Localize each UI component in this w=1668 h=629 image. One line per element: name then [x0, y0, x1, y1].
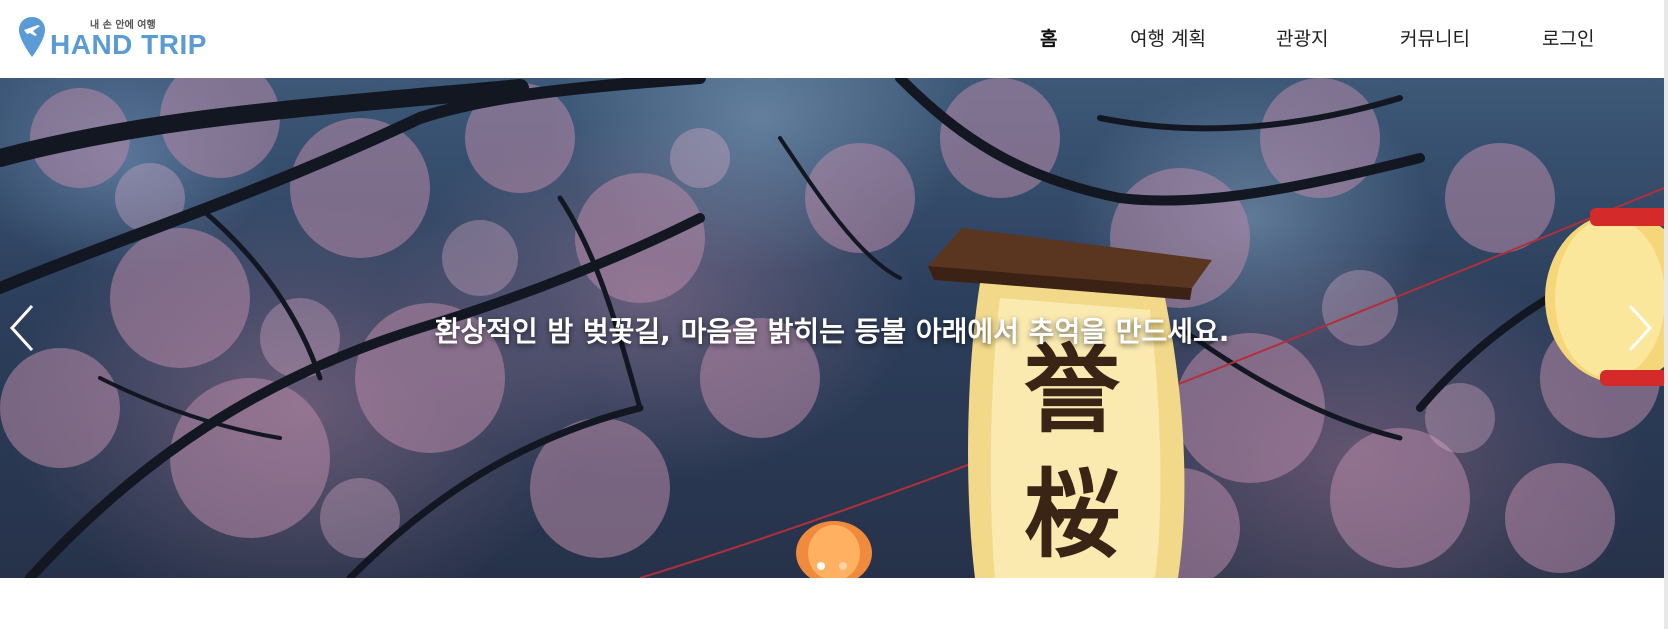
carousel-indicators	[0, 555, 1664, 570]
hero-caption: 환상적인 밤 벚꽃길, 마음을 밝히는 등불 아래에서 추억을 만드세요.	[434, 315, 1230, 348]
logo-name: HAND TRIP	[50, 29, 207, 60]
nav-attractions[interactable]: 관광지	[1276, 24, 1328, 51]
carousel-next-button[interactable]	[1620, 300, 1660, 356]
nav-travel-plan[interactable]: 여행 계획	[1130, 24, 1206, 51]
carousel-dot-2[interactable]	[838, 562, 847, 570]
nav-community[interactable]: 커뮤니티	[1400, 24, 1470, 51]
nav-login[interactable]: 로그인	[1542, 24, 1594, 51]
carousel-prev-button[interactable]	[2, 300, 42, 356]
map-pin-airplane-icon	[19, 17, 45, 57]
scrollbar-track[interactable]	[1664, 0, 1668, 629]
nav-home[interactable]: 홈	[1040, 24, 1057, 51]
hero-carousel: 誉 桜 환상적인 밤 벚꽃길, 마음을 밝히는 등불 아래에서 추억을 만드세요…	[0, 78, 1664, 578]
chevron-right-icon	[1628, 304, 1653, 352]
site-header: 내 손 안에 여행 HAND TRIP 홈 여행 계획 관광지 커뮤니티 로그인	[0, 0, 1668, 78]
site-logo[interactable]: 내 손 안에 여행 HAND TRIP	[18, 14, 218, 62]
chevron-left-icon	[9, 304, 34, 352]
